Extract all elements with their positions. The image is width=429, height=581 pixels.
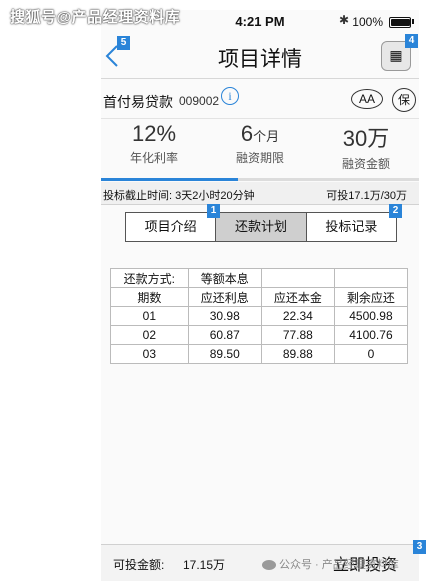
product-code: 009002 <box>179 94 220 108</box>
table-header-row: 期数 应还利息 应还本金 剩余应还 <box>110 287 409 307</box>
info-icon[interactable]: i <box>221 87 239 105</box>
phone-screen: 4:21 PM ✱ 100% 项目详情 ▦ 首付易贷款 009002 i AA … <box>101 10 426 581</box>
wechat-icon <box>262 560 276 571</box>
nav-bar: 项目详情 ▦ <box>101 32 419 79</box>
battery-icon <box>389 17 411 28</box>
page-title: 项目详情 <box>218 48 302 71</box>
annotation-badge-2: 2 <box>389 204 402 218</box>
column-header: 期数 <box>110 287 189 307</box>
column-header: 剩余应还 <box>333 287 409 307</box>
table-row: 03 89.50 89.88 0 <box>110 344 409 364</box>
remaining-amount: 可投17.1万/30万 <box>326 190 407 202</box>
stat-label: 融资金额 <box>341 157 390 171</box>
guarantee-icon[interactable]: 保 <box>392 88 416 112</box>
stat-label: 融资期限 <box>235 151 284 165</box>
table-cell: 还款方式: <box>110 268 189 288</box>
column-header: 应还本金 <box>260 287 335 307</box>
battery-level <box>391 19 410 26</box>
bluetooth-icon: ✱ <box>338 13 349 27</box>
table-row: 01 30.98 22.34 4500.98 <box>110 306 409 326</box>
table-cell: 60.87 <box>187 325 262 345</box>
watermark-text: 搜狐号@产品经理资料库 <box>10 9 181 26</box>
stat-value: 30万 <box>342 126 390 151</box>
product-name: 首付易贷款 <box>103 94 173 110</box>
aa-rating-icon[interactable]: AA <box>351 89 383 109</box>
funding-progress-bar <box>101 178 419 181</box>
annotation-badge-1: 1 <box>207 204 220 218</box>
stat-value: 12% <box>131 121 177 146</box>
stats-panel: 12% 年化利率 6个月 融资期限 30万 融资金额 <box>101 118 419 175</box>
stat-unit: 个月 <box>253 129 280 144</box>
investable-amount: 17.15万 <box>183 558 226 572</box>
watermark-bottom-text: 公众号 · 产品经理资料库 <box>279 559 399 571</box>
annotation-badge-3: 3 <box>413 540 426 554</box>
stat-term: 6个月 融资期限 <box>207 119 313 166</box>
tab-bid-records[interactable]: 投标记录 <box>306 213 396 241</box>
table-cell <box>260 268 335 288</box>
table-cell: 0 <box>333 344 409 364</box>
deadline-row: 投标截止时间: 3天2小时20分钟 可投17.1万/30万 <box>101 182 419 205</box>
stat-rate: 12% 年化利率 <box>101 119 207 166</box>
table-cell: 等额本息 <box>187 268 262 288</box>
battery-percent: 100% <box>352 15 383 29</box>
table-cell: 30.98 <box>187 306 262 326</box>
table-cell: 89.88 <box>260 344 335 364</box>
tab-repayment-plan[interactable]: 还款计划 <box>216 213 307 241</box>
repayment-table: 还款方式: 等额本息 期数 应还利息 应还本金 剩余应还 01 30.98 22… <box>110 268 409 364</box>
table-cell: 01 <box>110 306 189 326</box>
stat-amount: 30万 融资金额 <box>313 119 419 172</box>
stat-label: 年化利率 <box>129 151 178 165</box>
watermark-bottom: 公众号 · 产品经理资料库 <box>262 556 399 572</box>
table-cell: 02 <box>110 325 189 345</box>
table-cell: 4100.76 <box>333 325 409 345</box>
table-row: 还款方式: 等额本息 <box>110 268 409 288</box>
column-header: 应还利息 <box>187 287 262 307</box>
funding-progress-fill <box>101 178 238 181</box>
investable-label: 可投金额: <box>113 558 165 572</box>
table-cell: 77.88 <box>260 325 335 345</box>
table-cell <box>333 268 409 288</box>
battery-tip <box>412 19 414 24</box>
deadline-text: 投标截止时间: 3天2小时20分钟 <box>103 190 255 202</box>
tab-intro[interactable]: 项目介绍 <box>126 213 217 241</box>
annotation-badge-4: 4 <box>405 34 418 48</box>
table-cell: 22.34 <box>260 306 335 326</box>
table-cell: 89.50 <box>187 344 262 364</box>
product-header: 首付易贷款 009002 i AA 保 <box>101 87 419 112</box>
annotation-badge-5: 5 <box>117 36 130 50</box>
calculator-icon: ▦ <box>389 47 403 63</box>
table-row: 02 60.87 77.88 4100.76 <box>110 325 409 345</box>
stat-value: 6 <box>240 121 254 146</box>
table-cell: 4500.98 <box>333 306 409 326</box>
table-cell: 03 <box>110 344 189 364</box>
tab-bar: 项目介绍 还款计划 投标记录 <box>125 212 397 242</box>
